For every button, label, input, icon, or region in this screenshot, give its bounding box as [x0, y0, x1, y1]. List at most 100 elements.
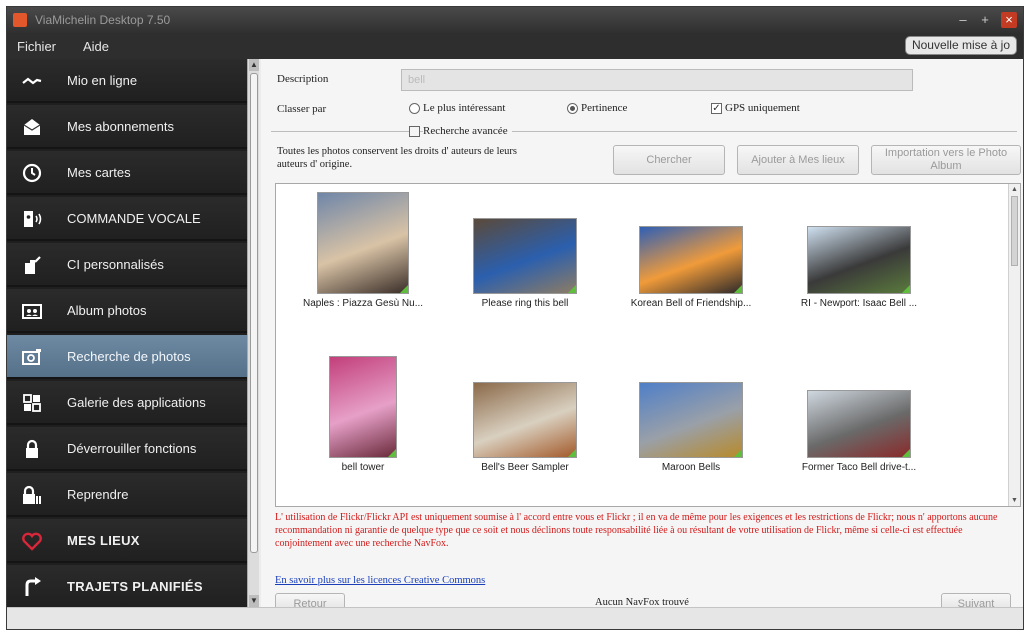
- photo-thumbnail[interactable]: [639, 382, 743, 458]
- flickr-disclaimer: L' utilisation de Flickr/Flickr API est …: [275, 512, 998, 549]
- description-label: Description: [277, 73, 329, 85]
- lock-resume-icon: [23, 485, 41, 504]
- photo-tile[interactable]: Naples : Piazza Gesù Nu...: [288, 190, 438, 330]
- sidebar-item-label: CI personnalisés: [67, 257, 164, 272]
- photo-caption: Please ring this bell: [481, 298, 569, 309]
- options-divider: [271, 131, 1017, 132]
- sidebar-item-label: COMMANDE VOCALE: [67, 211, 201, 226]
- radio-most-interesting[interactable]: [409, 103, 420, 114]
- sidebar-item-label: Mes cartes: [67, 165, 131, 180]
- sidebar-item-mio-en-ligne[interactable]: Mio en ligne: [7, 59, 247, 103]
- photo-tile[interactable]: Korean Bell of Friendship...: [616, 190, 766, 330]
- photo-thumbnail[interactable]: [639, 226, 743, 294]
- scroll-up-icon[interactable]: ▲: [249, 59, 259, 71]
- sidebar-item-mes-cartes[interactable]: Mes cartes: [7, 151, 247, 195]
- sidebar-item-reprendre[interactable]: Reprendre: [7, 473, 247, 517]
- sidebar-item-label: TRAJETS PLANIFIÉS: [67, 579, 203, 594]
- sidebar-item-album-photos[interactable]: Album photos: [7, 289, 247, 333]
- photo-tile[interactable]: bell tower: [288, 354, 438, 494]
- creative-commons-link[interactable]: En savoir plus sur les licences Creative…: [275, 575, 485, 586]
- menu-fichier[interactable]: Fichier: [17, 39, 56, 54]
- scroll-down-icon[interactable]: ▼: [249, 595, 259, 607]
- sidebar-item-label: Album photos: [67, 303, 147, 318]
- photo-tile[interactable]: Maroon Bells: [616, 354, 766, 494]
- photo-search-panel: Description bell Classer par Le plus int…: [261, 59, 1023, 615]
- route-icon: [25, 577, 41, 596]
- scroll-thumb[interactable]: [250, 73, 258, 553]
- sidebar-item-label: Mes abonnements: [67, 119, 174, 134]
- import-album-button[interactable]: Importation vers le Photo Album: [871, 145, 1021, 175]
- description-input[interactable]: bell: [401, 69, 913, 91]
- status-bar: [7, 607, 1023, 629]
- photo-caption: Maroon Bells: [661, 462, 721, 473]
- minimize-icon[interactable]: –: [955, 12, 971, 28]
- maximize-icon[interactable]: +: [977, 12, 993, 28]
- photo-thumbnail[interactable]: [317, 192, 409, 294]
- sidebar-item-label: MES LIEUX: [67, 533, 140, 548]
- option-most-interesting-label: Le plus intéressant: [423, 102, 506, 114]
- sidebar-item-label: Déverrouiller fonctions: [67, 441, 197, 456]
- checkbox-gps-only[interactable]: ✓: [711, 103, 722, 114]
- grid-scrollbar[interactable]: ▲ ▼: [1008, 184, 1020, 506]
- sidebar-item-mes-lieux[interactable]: MES LIEUX: [7, 519, 247, 563]
- sidebar-item-mes-abonnements[interactable]: Mes abonnements: [7, 105, 247, 149]
- add-to-places-button[interactable]: Ajouter à Mes lieux: [737, 145, 859, 175]
- photo-album-icon: [22, 304, 42, 319]
- title-bar: ViaMichelin Desktop 7.50 – + ×: [7, 7, 1023, 33]
- sidebar-item-commande-vocale[interactable]: COMMANDE VOCALE: [7, 197, 247, 241]
- option-relevance-label: Pertinence: [581, 102, 628, 114]
- scroll-thumb[interactable]: [1011, 196, 1018, 266]
- close-icon[interactable]: ×: [1001, 12, 1017, 28]
- voice-icon: [24, 211, 42, 227]
- apps-grid-icon: [23, 394, 41, 412]
- photo-tile[interactable]: Bell's Beer Sampler: [450, 354, 600, 494]
- photo-thumbnail[interactable]: [807, 390, 911, 458]
- window-title: ViaMichelin Desktop 7.50: [35, 13, 171, 27]
- camera-icon: [22, 349, 41, 365]
- sidebar-item-label: Reprendre: [67, 487, 129, 502]
- photo-caption: Naples : Piazza Gesù Nu...: [302, 298, 424, 309]
- scroll-down-icon[interactable]: ▼: [1009, 495, 1020, 506]
- menu-bar: Fichier Aide Nouvelle mise à jo: [7, 33, 1023, 59]
- sidebar-item-label: Mio en ligne: [67, 73, 138, 88]
- photo-tile[interactable]: Former Taco Bell drive-t...: [784, 354, 934, 494]
- sidebar-item-ci-personnalises[interactable]: CI personnalisés: [7, 243, 247, 287]
- photo-caption: RI - Newport: Isaac Bell ...: [800, 298, 918, 309]
- photo-tile[interactable]: RI - Newport: Isaac Bell ...: [784, 190, 934, 330]
- sort-label: Classer par: [277, 103, 327, 115]
- scroll-up-icon[interactable]: ▲: [1009, 184, 1020, 195]
- copyright-notice: Toutes les photos conservent les droits …: [277, 146, 517, 170]
- sidebar-item-deverrouiller-fonctions[interactable]: Déverrouiller fonctions: [7, 427, 247, 471]
- search-button[interactable]: Chercher: [613, 145, 725, 175]
- sidebar-item-trajets-planifies[interactable]: TRAJETS PLANIFIÉS: [7, 565, 247, 609]
- sidebar-item-label: Recherche de photos: [67, 349, 191, 364]
- menu-aide[interactable]: Aide: [83, 39, 109, 54]
- custom-poi-icon: [25, 256, 41, 274]
- photo-thumbnail[interactable]: [473, 218, 577, 294]
- update-button[interactable]: Nouvelle mise à jo: [904, 36, 1017, 55]
- lock-icon: [26, 439, 38, 458]
- photo-thumbnail[interactable]: [807, 226, 911, 294]
- photo-grid: ▲ ▼ Naples : Piazza Gesù Nu... Please rin…: [275, 183, 1021, 507]
- wave-icon: [22, 77, 42, 85]
- sidebar-item-label: Galerie des applications: [67, 395, 206, 410]
- photo-thumbnail[interactable]: [329, 356, 397, 458]
- sidebar: Mio en ligne Mes abonnements Mes cartes …: [7, 59, 247, 609]
- compass-icon: [22, 163, 42, 183]
- sidebar-item-recherche-de-photos[interactable]: Recherche de photos: [7, 335, 247, 379]
- heart-icon: [22, 532, 42, 551]
- app-window: ViaMichelin Desktop 7.50 – + × Fichier A…: [6, 6, 1024, 630]
- sidebar-scrollbar[interactable]: ▲ ▼: [247, 59, 259, 607]
- photo-caption: Korean Bell of Friendship...: [630, 298, 752, 309]
- photo-thumbnail[interactable]: [473, 382, 577, 458]
- checkbox-exact-search[interactable]: [409, 126, 420, 137]
- radio-relevance[interactable]: [567, 103, 578, 114]
- photo-caption: bell tower: [341, 462, 385, 473]
- photo-caption: Bell's Beer Sampler: [481, 462, 569, 473]
- option-exact-search-label: Recherche avancée: [423, 125, 512, 137]
- photo-tile[interactable]: Please ring this bell: [450, 190, 600, 330]
- app-logo-icon: [13, 13, 27, 27]
- sidebar-item-galerie-applications[interactable]: Galerie des applications: [7, 381, 247, 425]
- option-gps-only-label: GPS uniquement: [725, 102, 800, 114]
- envelope-icon: [23, 119, 41, 135]
